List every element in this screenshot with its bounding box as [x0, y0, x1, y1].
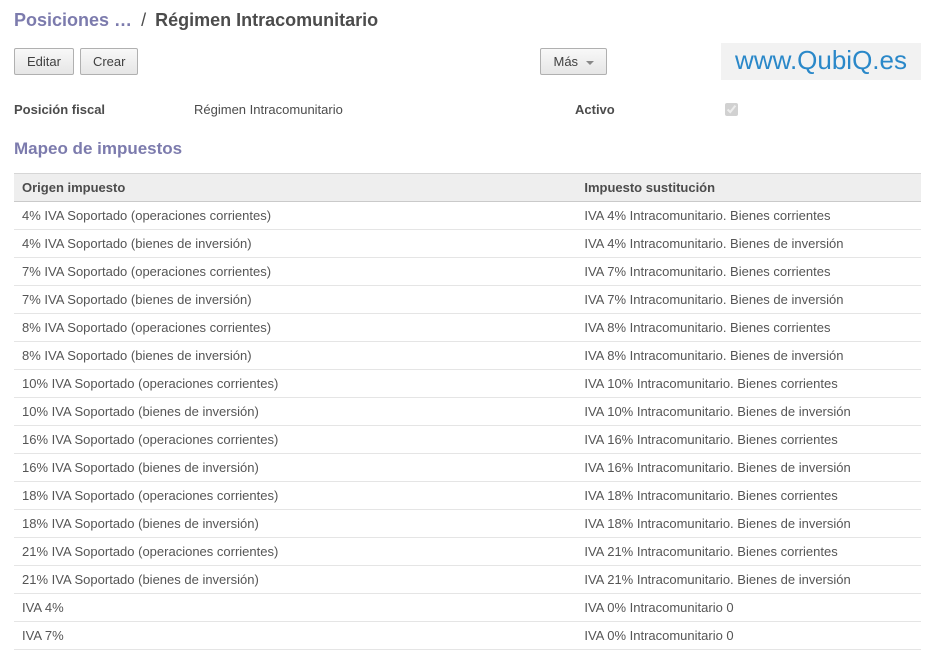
cell-origin: 21% IVA Soportado (operaciones corriente…: [14, 538, 576, 566]
breadcrumb-current: Régimen Intracomunitario: [155, 10, 378, 30]
cell-substitution: IVA 21% Intracomunitario. Bienes de inve…: [576, 566, 921, 594]
cell-origin: 18% IVA Soportado (operaciones corriente…: [14, 482, 576, 510]
cell-origin: IVA 7%: [14, 622, 576, 650]
column-header-origin[interactable]: Origen impuesto: [14, 174, 576, 202]
cell-substitution: IVA 18% Intracomunitario. Bienes de inve…: [576, 510, 921, 538]
table-row[interactable]: 18% IVA Soportado (operaciones corriente…: [14, 482, 921, 510]
table-row[interactable]: 16% IVA Soportado (bienes de inversión)I…: [14, 454, 921, 482]
more-label: Más: [553, 54, 578, 69]
table-row[interactable]: IVA 4%IVA 0% Intracomunitario 0: [14, 594, 921, 622]
cell-origin: 10% IVA Soportado (bienes de inversión): [14, 398, 576, 426]
table-row[interactable]: 16% IVA Soportado (operaciones corriente…: [14, 426, 921, 454]
cell-origin: 7% IVA Soportado (operaciones corrientes…: [14, 258, 576, 286]
table-row[interactable]: 21% IVA Soportado (operaciones corriente…: [14, 538, 921, 566]
cell-substitution: IVA 0% Intracomunitario 0: [576, 594, 921, 622]
table-row[interactable]: 4% IVA Soportado (operaciones corrientes…: [14, 202, 921, 230]
cell-substitution: IVA 7% Intracomunitario. Bienes de inver…: [576, 286, 921, 314]
form-row-fiscal-position: Posición fiscal Régimen Intracomunitario…: [14, 98, 921, 133]
cell-substitution: IVA 16% Intracomunitario. Bienes de inve…: [576, 454, 921, 482]
cell-origin: 4% IVA Soportado (operaciones corrientes…: [14, 202, 576, 230]
column-header-substitution[interactable]: Impuesto sustitución: [576, 174, 921, 202]
tax-mapping-title: Mapeo de impuestos: [14, 139, 921, 159]
active-label: Activo: [575, 102, 725, 117]
brand-logo: www.QubiQ.es: [721, 43, 921, 80]
cell-origin: 7% IVA Soportado (bienes de inversión): [14, 286, 576, 314]
cell-substitution: IVA 8% Intracomunitario. Bienes de inver…: [576, 342, 921, 370]
create-button[interactable]: Crear: [80, 48, 139, 75]
table-row[interactable]: 7% IVA Soportado (bienes de inversión)IV…: [14, 286, 921, 314]
cell-substitution: IVA 18% Intracomunitario. Bienes corrien…: [576, 482, 921, 510]
cell-substitution: IVA 4% Intracomunitario. Bienes de inver…: [576, 230, 921, 258]
more-dropdown-button[interactable]: Más: [540, 48, 606, 75]
cell-origin: 8% IVA Soportado (bienes de inversión): [14, 342, 576, 370]
table-row[interactable]: IVA 7%IVA 0% Intracomunitario 0: [14, 622, 921, 650]
breadcrumb-separator: /: [141, 10, 146, 30]
table-row[interactable]: 8% IVA Soportado (bienes de inversión)IV…: [14, 342, 921, 370]
table-row[interactable]: 21% IVA Soportado (bienes de inversión)I…: [14, 566, 921, 594]
table-row[interactable]: 7% IVA Soportado (operaciones corrientes…: [14, 258, 921, 286]
cell-substitution: IVA 10% Intracomunitario. Bienes de inve…: [576, 398, 921, 426]
table-row[interactable]: 10% IVA Soportado (operaciones corriente…: [14, 370, 921, 398]
cell-substitution: IVA 4% Intracomunitario. Bienes corrient…: [576, 202, 921, 230]
cell-origin: 16% IVA Soportado (bienes de inversión): [14, 454, 576, 482]
table-row[interactable]: 10% IVA Soportado (bienes de inversión)I…: [14, 398, 921, 426]
edit-button[interactable]: Editar: [14, 48, 74, 75]
toolbar: Editar Crear Más www.QubiQ.es: [14, 43, 921, 80]
cell-origin: 21% IVA Soportado (bienes de inversión): [14, 566, 576, 594]
cell-origin: 8% IVA Soportado (operaciones corrientes…: [14, 314, 576, 342]
cell-substitution: IVA 7% Intracomunitario. Bienes corrient…: [576, 258, 921, 286]
cell-substitution: IVA 10% Intracomunitario. Bienes corrien…: [576, 370, 921, 398]
cell-substitution: IVA 8% Intracomunitario. Bienes corrient…: [576, 314, 921, 342]
active-checkbox[interactable]: [725, 103, 738, 116]
chevron-down-icon: [586, 61, 594, 65]
fiscal-position-label: Posición fiscal: [14, 102, 194, 117]
cell-origin: 4% IVA Soportado (bienes de inversión): [14, 230, 576, 258]
cell-origin: 10% IVA Soportado (operaciones corriente…: [14, 370, 576, 398]
breadcrumb-parent[interactable]: Posiciones …: [14, 10, 132, 30]
cell-substitution: IVA 16% Intracomunitario. Bienes corrien…: [576, 426, 921, 454]
table-row[interactable]: 18% IVA Soportado (bienes de inversión)I…: [14, 510, 921, 538]
cell-substitution: IVA 0% Intracomunitario 0: [576, 622, 921, 650]
tax-mapping-table: Origen impuesto Impuesto sustitución 4% …: [14, 173, 921, 650]
table-row[interactable]: 8% IVA Soportado (operaciones corrientes…: [14, 314, 921, 342]
cell-origin: 16% IVA Soportado (operaciones corriente…: [14, 426, 576, 454]
fiscal-position-value: Régimen Intracomunitario: [194, 102, 575, 117]
table-row[interactable]: 4% IVA Soportado (bienes de inversión)IV…: [14, 230, 921, 258]
cell-origin: 18% IVA Soportado (bienes de inversión): [14, 510, 576, 538]
breadcrumb: Posiciones … / Régimen Intracomunitario: [14, 10, 921, 31]
cell-substitution: IVA 21% Intracomunitario. Bienes corrien…: [576, 538, 921, 566]
cell-origin: IVA 4%: [14, 594, 576, 622]
